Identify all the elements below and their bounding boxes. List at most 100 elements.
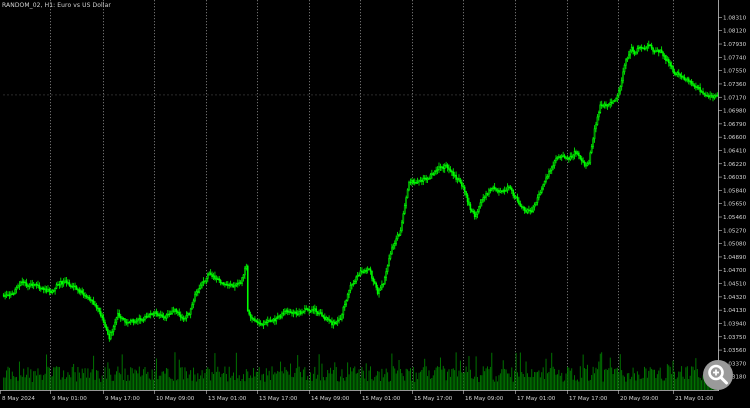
candle-body (519, 203, 522, 207)
candle-body (155, 311, 158, 314)
candle-body (478, 206, 480, 212)
candle-body (466, 194, 469, 203)
candle-body (27, 285, 29, 288)
candle-body (603, 103, 606, 107)
candle-body (338, 318, 340, 321)
price-label: 1.07740 (723, 55, 747, 61)
candle-body (580, 158, 583, 162)
candle-body (157, 313, 159, 316)
candle-body (602, 105, 604, 107)
candle-body (528, 209, 530, 211)
candle-body (529, 209, 532, 212)
price-label: 1.07360 (723, 82, 747, 88)
candle-body (695, 86, 697, 88)
candle-body (401, 221, 403, 231)
candle-body (568, 157, 570, 160)
candle-body (655, 50, 657, 53)
candle-body (198, 287, 201, 293)
candle-body (314, 308, 316, 311)
candle-body (481, 199, 483, 204)
candle-body (4, 295, 6, 298)
candle-body (462, 185, 465, 188)
candle-body (375, 282, 378, 288)
candle-body (285, 310, 288, 312)
candle-body (667, 59, 670, 64)
candle-body (686, 78, 689, 81)
candle-body (215, 278, 218, 280)
candle-body (709, 94, 711, 98)
candle-body (673, 71, 676, 75)
candle-body (117, 313, 119, 319)
candle-body (428, 178, 430, 180)
candle-body (152, 313, 155, 315)
candle-body (252, 318, 255, 320)
candle-body (382, 283, 385, 286)
candle-body (97, 307, 99, 310)
candle-body (35, 283, 38, 286)
price-label: 1.05460 (723, 215, 747, 221)
candle-body (582, 160, 584, 163)
candle-body (8, 294, 11, 297)
candle-body (666, 59, 669, 61)
candle-body (712, 95, 714, 99)
candle-body (272, 318, 275, 322)
candle-body (204, 280, 206, 283)
candle-body (553, 160, 556, 166)
price-label: 1.06030 (723, 175, 747, 181)
candle-body (109, 332, 112, 340)
candle-body (102, 317, 105, 323)
candle-body (676, 72, 679, 76)
candle-body (61, 281, 64, 285)
candle-body (291, 311, 293, 314)
candle-body (128, 321, 131, 324)
price-label: 1.03560 (723, 348, 747, 354)
candle-body (319, 312, 322, 314)
price-label: 1.06980 (723, 109, 747, 115)
candle-body (99, 311, 102, 317)
candle-body (502, 190, 505, 192)
candle-body (50, 290, 52, 293)
candle-body (177, 311, 179, 313)
candle-body (632, 47, 634, 52)
candle-body (171, 310, 173, 314)
time-label: 9 May 01:00 (52, 396, 87, 402)
candle-body (32, 283, 35, 287)
candle-body (236, 283, 239, 285)
candle-body (379, 287, 382, 291)
candle-body (572, 154, 574, 158)
price-chart[interactable]: 1.08310 1.08120 1.07930 1.07740 1.07550 1.073… (0, 0, 750, 404)
candle-body (2, 294, 5, 297)
candle-body (286, 310, 289, 313)
candle-body (449, 169, 452, 172)
candle-body (579, 155, 582, 159)
candle-body (609, 102, 612, 105)
candle-body (84, 295, 86, 297)
price-label: 1.03940 (723, 321, 747, 327)
candle-body (54, 287, 56, 292)
candle-body (288, 311, 290, 313)
candle-body (512, 190, 515, 196)
candle-body (612, 100, 614, 104)
candle-body (685, 79, 687, 81)
time-label: 17 May 17:00 (569, 396, 608, 402)
candle-body (74, 285, 76, 288)
candle-body (15, 287, 18, 290)
candle-body (107, 329, 109, 335)
candle-body (381, 283, 383, 289)
time-label: 21 May 01:00 (675, 396, 714, 402)
candle-body (349, 284, 352, 291)
candle-body (645, 47, 647, 50)
chart-area[interactable]: 1.08310 1.08120 1.07930 1.07740 1.07550 1.073… (0, 0, 750, 404)
candle-body (499, 190, 502, 193)
candle-body (135, 320, 138, 323)
candle-body (415, 182, 417, 184)
candle-body (302, 311, 305, 313)
candle-body (693, 85, 696, 87)
price-label: 1.07170 (723, 95, 747, 101)
candle-body (208, 272, 211, 276)
candle-body (598, 112, 600, 118)
candle-body (238, 282, 240, 284)
zoom-button[interactable] (703, 360, 733, 390)
candle-body (677, 72, 680, 75)
candle-body (639, 46, 642, 49)
